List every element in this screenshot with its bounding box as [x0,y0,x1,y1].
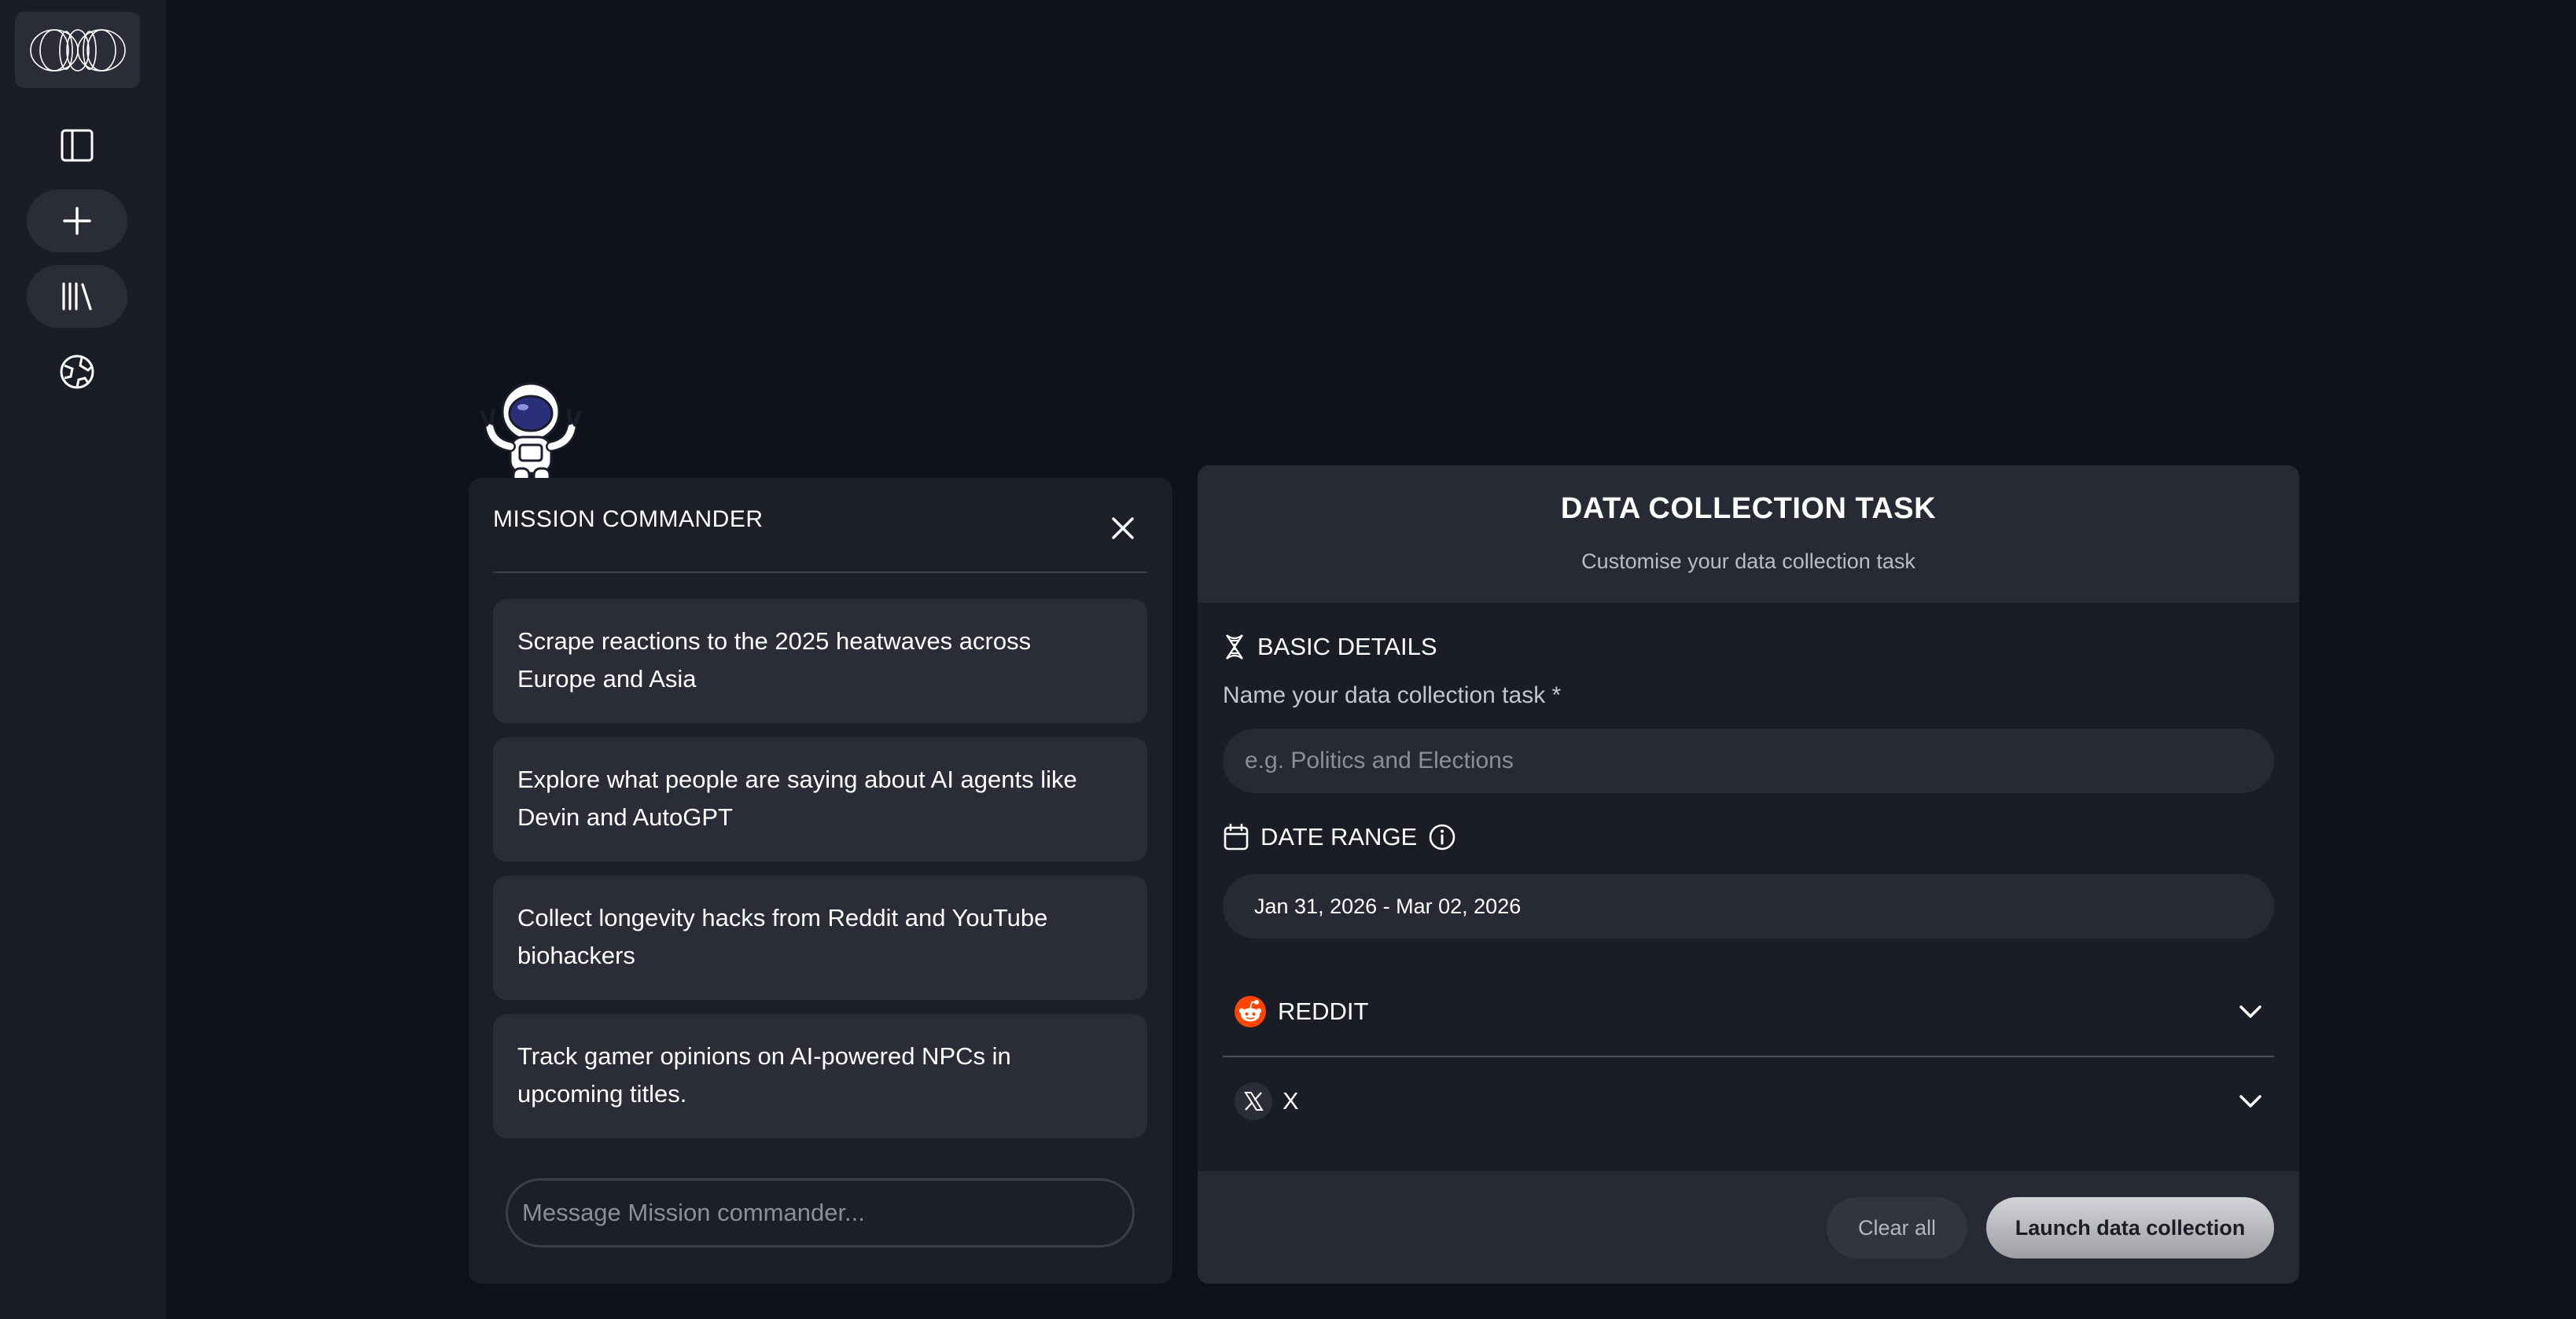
suggestion-text: Track gamer opinions on AI-powered NPCs … [517,1042,1011,1070]
x-icon [1235,1082,1272,1120]
library-button[interactable] [27,265,127,328]
date-range-picker[interactable]: Jan 31, 2026 - Mar 02, 2026 [1223,874,2274,939]
infinity-orbits-logo-icon [29,28,126,72]
suggestion-card[interactable]: Scrape reactions to the 2025 heatwaves a… [493,599,1147,723]
platform-name: X [1282,1087,1299,1115]
suggestion-text: Explore what people are saying about AI … [517,766,1077,793]
suggestion-text: biohackers [517,942,635,969]
globe-icon [60,355,94,389]
date-range-label: DATE RANGE [1260,823,1418,851]
reddit-icon [1235,996,1266,1027]
clear-all-button[interactable]: Clear all [1827,1197,1967,1258]
mission-commander-panel: MISSION COMMANDER Scrape reactions to th… [469,478,1172,1284]
library-icon [62,282,92,310]
suggestion-text: Europe and Asia [517,665,697,693]
task-name-label: Name your data collection task * [1223,682,1562,708]
message-input-wrapper [506,1178,1135,1247]
task-name-field[interactable] [1223,748,2274,774]
panel-subtitle: Customise your data collection task [1581,549,1915,573]
sidebar-toggle-button[interactable] [27,114,127,177]
app-logo[interactable] [15,12,140,88]
basic-details-label: BASIC DETAILS [1257,633,1437,660]
new-task-button[interactable] [27,189,127,252]
task-name-field-wrapper [1223,729,2274,793]
suggestion-card[interactable]: Track gamer opinions on AI-powered NPCs … [493,1014,1147,1138]
suggestion-text: Scrape reactions to the 2025 heatwaves a… [517,627,1032,655]
panel-header: DATA COLLECTION TASK Customise your data… [1198,465,2299,603]
platform-reddit[interactable]: REDDIT [1223,980,2274,1043]
message-input[interactable] [508,1199,1132,1227]
suggestion-card[interactable]: Explore what people are saying about AI … [493,737,1147,862]
suggestion-text: upcoming titles. [517,1080,687,1108]
date-range-value: Jan 31, 2026 - Mar 02, 2026 [1254,894,1522,918]
divider [1223,1056,2274,1057]
explore-button[interactable] [27,340,127,403]
suggestion-card[interactable]: Collect longevity hacks from Reddit and … [493,876,1147,1000]
basic-details-header: BASIC DETAILS [1223,633,1437,661]
info-icon[interactable] [1428,823,1456,851]
platform-x[interactable]: X [1223,1070,2274,1133]
sidebar-toggle-icon [61,129,94,162]
calendar-icon [1224,823,1249,851]
chevron-down-icon [2239,1095,2261,1108]
chevron-down-icon [2239,1005,2261,1018]
plus-icon [63,207,91,235]
divider [493,571,1147,573]
mission-commander-title: MISSION COMMANDER [493,506,764,532]
date-range-header: DATE RANGE [1223,823,1456,851]
dna-icon [1226,634,1243,660]
panel-title: DATA COLLECTION TASK [1560,492,1937,525]
sidebar [0,0,166,1319]
panel-footer: Clear all Launch data collection [1198,1171,2299,1284]
data-collection-panel: DATA COLLECTION TASK Customise your data… [1198,465,2299,1284]
platform-name: REDDIT [1278,998,1369,1025]
suggestion-text: Devin and AutoGPT [517,803,733,831]
close-icon[interactable] [1107,513,1139,544]
launch-data-collection-button[interactable]: Launch data collection [1986,1197,2274,1258]
suggestion-text: Collect longevity hacks from Reddit and … [517,904,1048,931]
